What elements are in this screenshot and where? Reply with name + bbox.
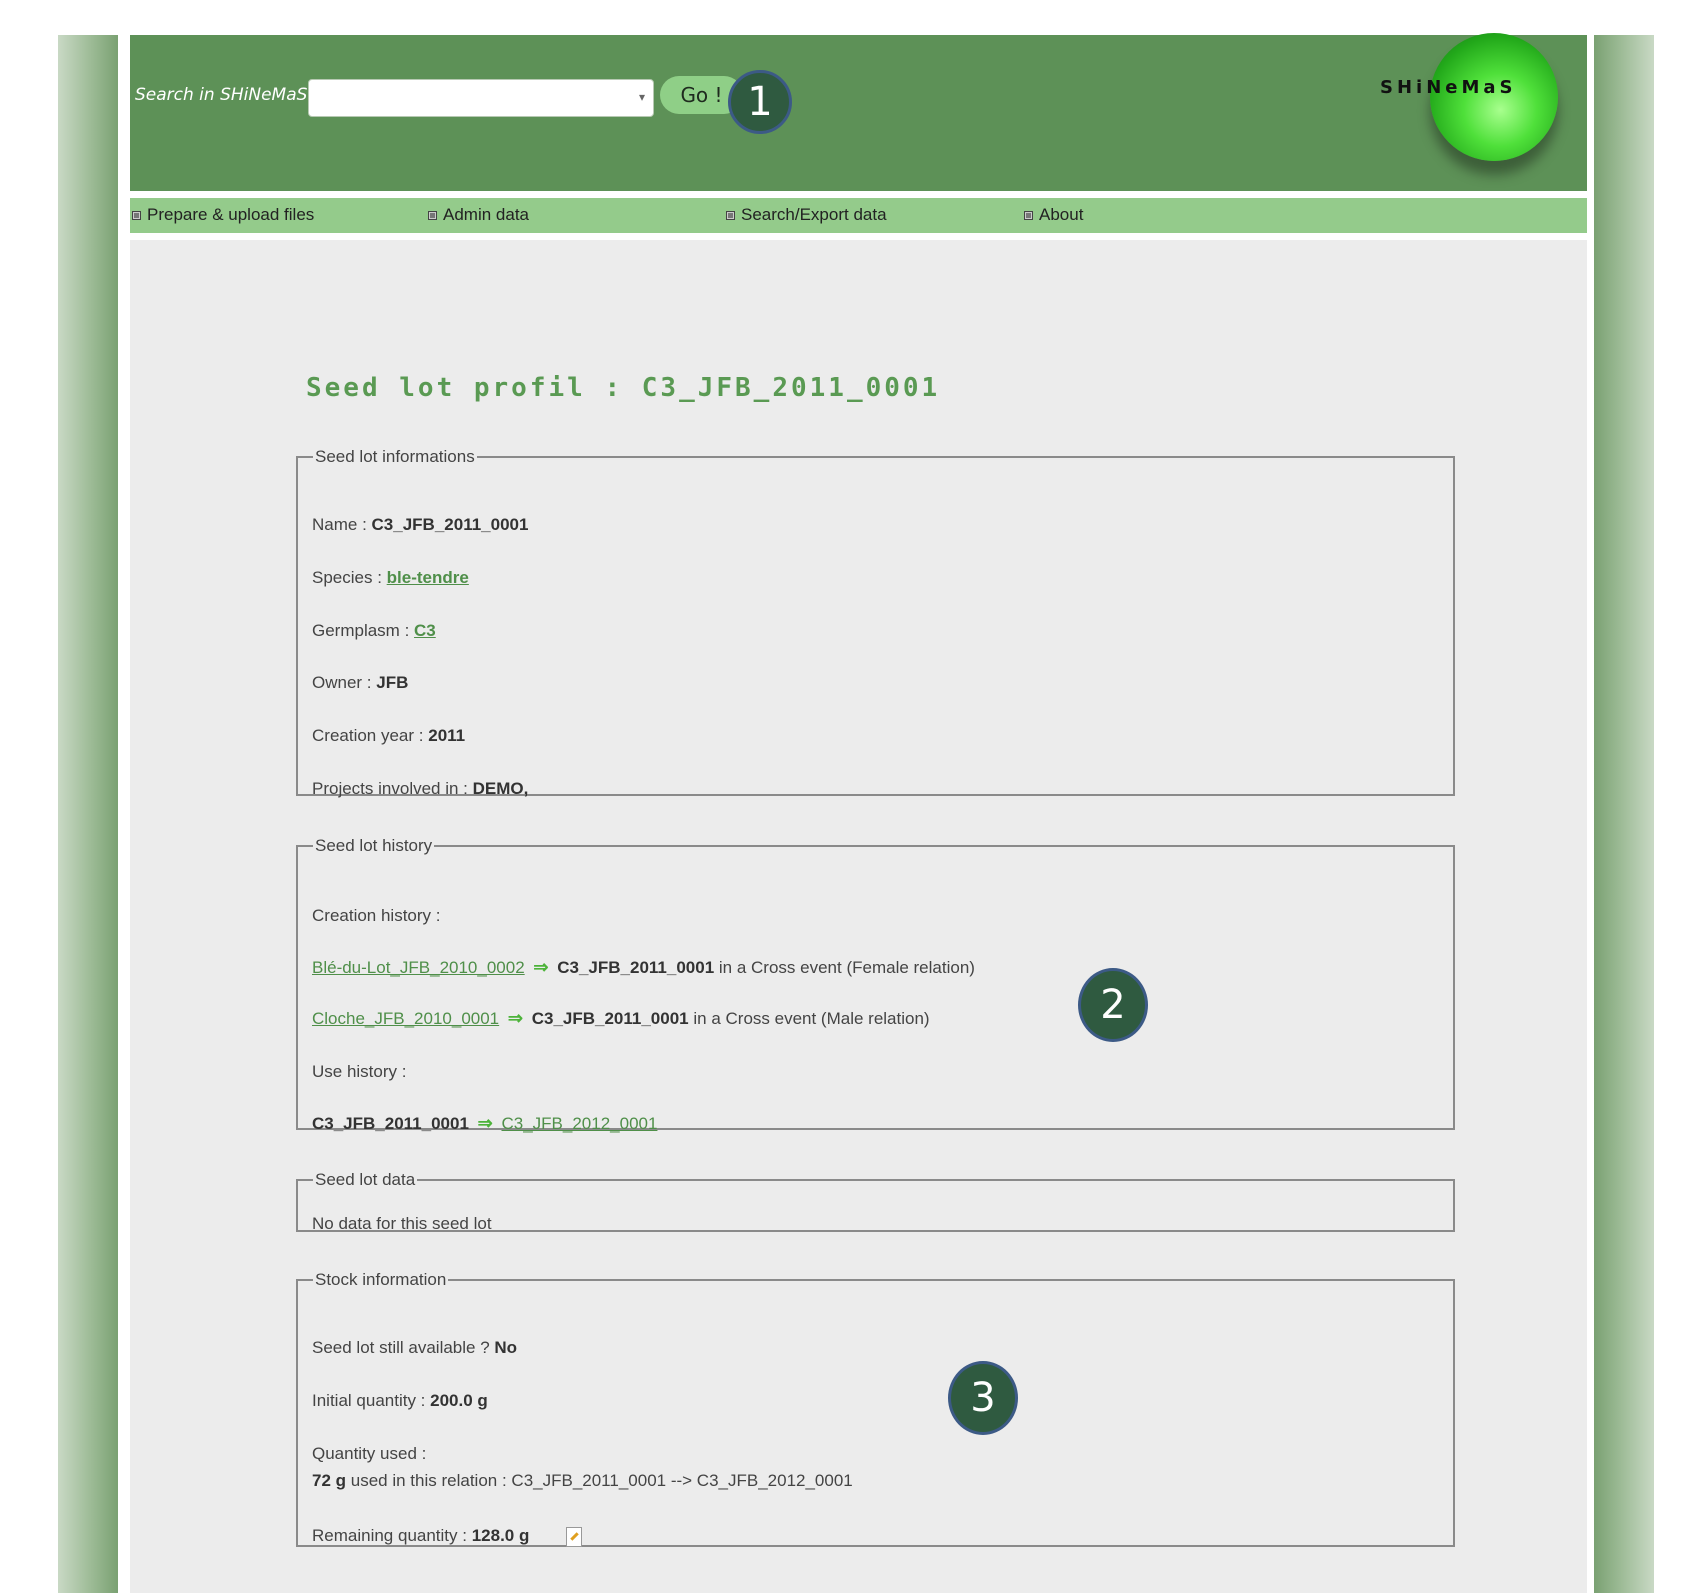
section-legend: Seed lot informations bbox=[315, 447, 475, 466]
creation-history-label: Creation history : bbox=[312, 906, 441, 925]
logo-text: SHiNeMaS bbox=[1380, 77, 1517, 98]
remaining-quantity-row: Remaining quantity : 128.0 g bbox=[312, 1526, 583, 1547]
nav-item-label: About bbox=[1039, 205, 1084, 224]
field-label: Owner : bbox=[312, 673, 372, 692]
field-label: Projects involved in : bbox=[312, 779, 468, 798]
bullet-icon bbox=[1024, 210, 1033, 220]
owner-row: Owner : JFB bbox=[312, 673, 408, 693]
right-side-border bbox=[1594, 35, 1654, 1593]
germplasm-link[interactable]: C3 bbox=[414, 621, 436, 640]
initial-quantity-row: Initial quantity : 200.0 g bbox=[312, 1391, 488, 1411]
species-row: Species : ble-tendre bbox=[312, 568, 469, 588]
nav-item-admin-data[interactable]: Admin data bbox=[428, 205, 529, 225]
left-side-border bbox=[58, 35, 118, 1593]
owner-value: JFB bbox=[376, 673, 409, 692]
projects-row: Projects involved in : DEMO, bbox=[312, 779, 528, 799]
nav-item-label: Search/Export data bbox=[741, 205, 887, 224]
quantity-used-row: 72 g used in this relation : C3_JFB_2011… bbox=[312, 1471, 853, 1491]
nav-item-label: Prepare & upload files bbox=[147, 205, 315, 224]
nav-item-about[interactable]: About bbox=[1024, 205, 1083, 225]
search-label: Search in SHiNeMaS : bbox=[135, 85, 319, 105]
quantity-used-label: Quantity used : bbox=[312, 1444, 427, 1463]
source-seed-lot: C3_JFB_2011_0001 bbox=[312, 1114, 469, 1133]
field-label: Initial quantity : bbox=[312, 1391, 426, 1410]
germplasm-row: Germplasm : C3 bbox=[312, 621, 436, 641]
name-value: C3_JFB_2011_0001 bbox=[371, 515, 529, 534]
field-label: Name : bbox=[312, 515, 367, 534]
availability-value: No bbox=[494, 1338, 518, 1357]
seed-lot-data-section: Seed lot data No data for this seed lot bbox=[296, 1170, 1455, 1233]
target-seed-lot: C3_JFB_2011_0001 bbox=[531, 1009, 689, 1028]
species-link[interactable]: ble-tendre bbox=[387, 568, 469, 587]
field-label: Creation year : bbox=[312, 726, 424, 745]
section-legend: Seed lot history bbox=[315, 836, 433, 855]
bullet-icon bbox=[428, 210, 437, 220]
search-input[interactable]: ▾ bbox=[308, 79, 654, 117]
source-seed-lot-link[interactable]: Cloche_JFB_2010_0001 bbox=[312, 1009, 499, 1028]
creation-history-row: Blé-du-Lot_JFB_2010_0002 ⇒ C3_JFB_2011_0… bbox=[312, 957, 975, 978]
callout-badge-2: 2 bbox=[1078, 968, 1148, 1042]
chevron-down-icon[interactable]: ▾ bbox=[639, 90, 645, 104]
field-label: Remaining quantity : bbox=[312, 1526, 467, 1545]
no-data-text: No data for this seed lot bbox=[312, 1214, 492, 1233]
name-row: Name : C3_JFB_2011_0001 bbox=[312, 515, 528, 535]
source-seed-lot-link[interactable]: Blé-du-Lot_JFB_2010_0002 bbox=[312, 958, 525, 977]
field-label: Germplasm : bbox=[312, 621, 410, 640]
nav-item-label: Admin data bbox=[443, 205, 529, 224]
arrow-right-icon: ⇒ bbox=[477, 1113, 493, 1133]
arrow-right-icon: ⇒ bbox=[533, 957, 549, 977]
arrow-right-icon: ⇒ bbox=[507, 1008, 523, 1028]
nav-item-search-export[interactable]: Search/Export data bbox=[726, 205, 887, 225]
page-title: Seed lot profil : C3_JFB_2011_0001 bbox=[306, 373, 941, 403]
field-label: Seed lot still available ? bbox=[312, 1338, 490, 1357]
target-seed-lot: C3_JFB_2011_0001 bbox=[557, 958, 715, 977]
used-relation-text: used in this relation : C3_JFB_2011_0001… bbox=[350, 1471, 853, 1490]
callout-badge-3: 3 bbox=[948, 1361, 1018, 1435]
target-seed-lot-link[interactable]: C3_JFB_2012_0001 bbox=[501, 1114, 657, 1133]
creation-year-row: Creation year : 2011 bbox=[312, 726, 465, 746]
creation-history-row: Cloche_JFB_2010_0001 ⇒ C3_JFB_2011_0001 … bbox=[312, 1008, 930, 1029]
relation-text: in a Cross event (Female relation) bbox=[718, 958, 975, 977]
edit-icon[interactable] bbox=[566, 1526, 583, 1547]
initial-quantity-value: 200.0 g bbox=[430, 1391, 488, 1410]
section-legend: Stock information bbox=[315, 1270, 447, 1289]
section-legend: Seed lot data bbox=[315, 1170, 416, 1189]
bullet-icon bbox=[726, 210, 735, 220]
nav-item-prepare-upload[interactable]: Prepare & upload files bbox=[132, 205, 314, 225]
header: Search in SHiNeMaS : ▾ Go ! 1 SHiNeMaS bbox=[130, 33, 1587, 191]
creation-year-value: 2011 bbox=[428, 726, 466, 745]
relation-text: in a Cross event (Male relation) bbox=[693, 1009, 930, 1028]
stock-info-section: Stock information Seed lot still availab… bbox=[296, 1270, 1455, 1547]
remaining-quantity-value: 128.0 g bbox=[471, 1526, 530, 1545]
bullet-icon bbox=[132, 210, 141, 220]
use-history-label: Use history : bbox=[312, 1062, 407, 1081]
main-content: Seed lot profil : C3_JFB_2011_0001 Seed … bbox=[130, 240, 1587, 1593]
main-nav: Prepare & upload files Admin data Search… bbox=[130, 198, 1587, 233]
field-label: Species : bbox=[312, 568, 382, 587]
seed-lot-history-section: Seed lot history Creation history : Blé-… bbox=[296, 836, 1455, 1133]
callout-badge-1: 1 bbox=[728, 70, 792, 134]
seed-lot-info-section: Seed lot informations Name : C3_JFB_2011… bbox=[296, 447, 1455, 799]
projects-value: DEMO, bbox=[472, 779, 529, 798]
used-amount: 72 g bbox=[312, 1471, 347, 1490]
availability-row: Seed lot still available ? No bbox=[312, 1338, 517, 1358]
use-history-row: C3_JFB_2011_0001 ⇒ C3_JFB_2012_0001 bbox=[312, 1113, 657, 1134]
